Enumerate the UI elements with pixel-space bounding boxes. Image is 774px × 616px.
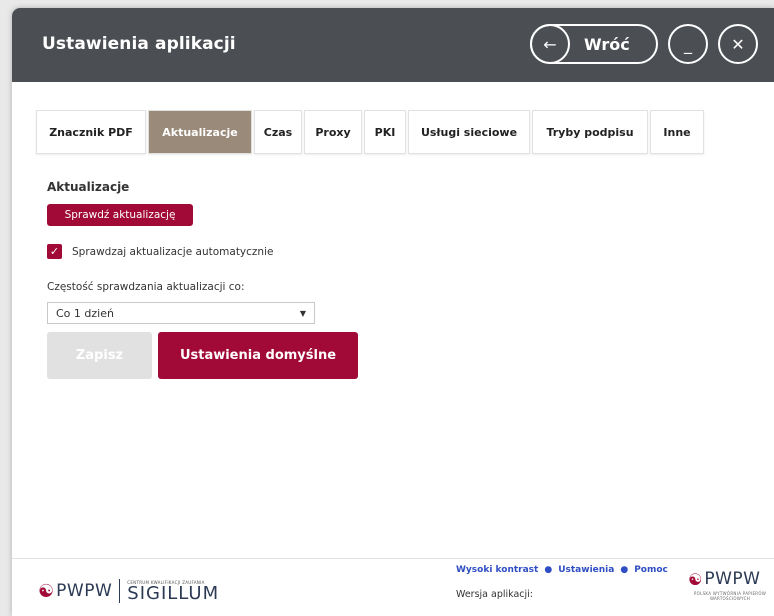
tab-signature-modes[interactable]: Tryby podpisu: [532, 110, 648, 154]
sigillum-text: SIGILLUM: [127, 582, 220, 604]
back-button-label: Wróć: [584, 34, 630, 54]
link-separator-dot: ●: [544, 565, 553, 575]
tab-network-services[interactable]: Usługi sieciowe: [408, 110, 530, 154]
tab-proxy[interactable]: Proxy: [304, 110, 362, 154]
frequency-selected-value: Co 1 dzień: [56, 306, 114, 320]
back-button[interactable]: ← Wróć: [530, 24, 658, 64]
checkmark-icon: ✓: [49, 245, 60, 258]
dropdown-arrow-icon: ▼: [299, 308, 306, 318]
restore-defaults-button[interactable]: Ustawienia domyślne: [158, 332, 358, 379]
tab-pki[interactable]: PKI: [364, 110, 406, 154]
auto-check-row: ✓ Sprawdzaj aktualizacje automatycznie: [47, 244, 273, 259]
updates-section-title: Aktualizacje: [47, 180, 130, 194]
save-button[interactable]: Zapisz: [47, 332, 152, 379]
frequency-label: Częstość sprawdzania aktualizacji co:: [47, 281, 245, 293]
settings-window: Ustawienia aplikacji ← Wróć _ ✕ Znacznik…: [12, 8, 774, 616]
logo-right-subtitle: POLSKA WYTWÓRNIA PAPIERÓW WARTOŚCIOWYCH: [693, 591, 767, 601]
close-button[interactable]: ✕: [718, 24, 758, 64]
tab-time[interactable]: Czas: [254, 110, 302, 154]
sigillum-wordmark: CENTRUM KWALIFIKACJI ZAUFANIA SIGILLUM: [127, 580, 219, 603]
tab-updates[interactable]: Aktualizacje: [148, 110, 252, 154]
footer: ☯ PWPW CENTRUM KWALIFIKACJI ZAUFANIA SIG…: [12, 558, 774, 616]
eagle-icon: ☯: [38, 580, 55, 602]
pwpw-logo: ☯ PWPW POLSKA WYTWÓRNIA PAPIERÓW WARTOŚC…: [688, 569, 772, 601]
settings-tabs: Znacznik PDF Aktualizacje Czas Proxy PKI…: [36, 110, 704, 154]
auto-check-label: Sprawdzaj aktualizacje automatycznie: [72, 245, 274, 258]
minimize-button[interactable]: _: [668, 24, 708, 64]
link-separator-dot: ●: [620, 565, 629, 575]
title-bar: Ustawienia aplikacji ← Wróć _ ✕: [12, 8, 774, 82]
auto-check-checkbox[interactable]: ✓: [47, 244, 62, 259]
window-title: Ustawienia aplikacji: [42, 34, 236, 54]
logo-right-pwpw: PWPW: [704, 569, 761, 589]
tab-other[interactable]: Inne: [650, 110, 704, 154]
arrow-left-icon: ←: [530, 24, 570, 64]
footer-links: Wysoki kontrast ● Ustawienia ● Pomoc: [456, 565, 668, 575]
frequency-select[interactable]: Co 1 dzień ▼: [47, 302, 315, 324]
settings-link[interactable]: Ustawienia: [558, 565, 614, 575]
tab-pdf-stamp[interactable]: Znacznik PDF: [36, 110, 146, 154]
logo-divider: [119, 579, 121, 603]
check-updates-button[interactable]: Sprawdź aktualizację: [47, 204, 193, 226]
app-version-label: Wersja aplikacji:: [456, 589, 534, 600]
close-icon: ✕: [731, 34, 745, 54]
high-contrast-link[interactable]: Wysoki kontrast: [456, 565, 538, 575]
logo-left-pwpw: PWPW: [56, 581, 113, 601]
pwpw-sigillum-logo: ☯ PWPW CENTRUM KWALIFIKACJI ZAUFANIA SIG…: [38, 579, 219, 603]
help-link[interactable]: Pomoc: [634, 565, 668, 575]
eagle-icon: ☯: [688, 569, 703, 589]
minimize-icon: _: [684, 34, 692, 54]
